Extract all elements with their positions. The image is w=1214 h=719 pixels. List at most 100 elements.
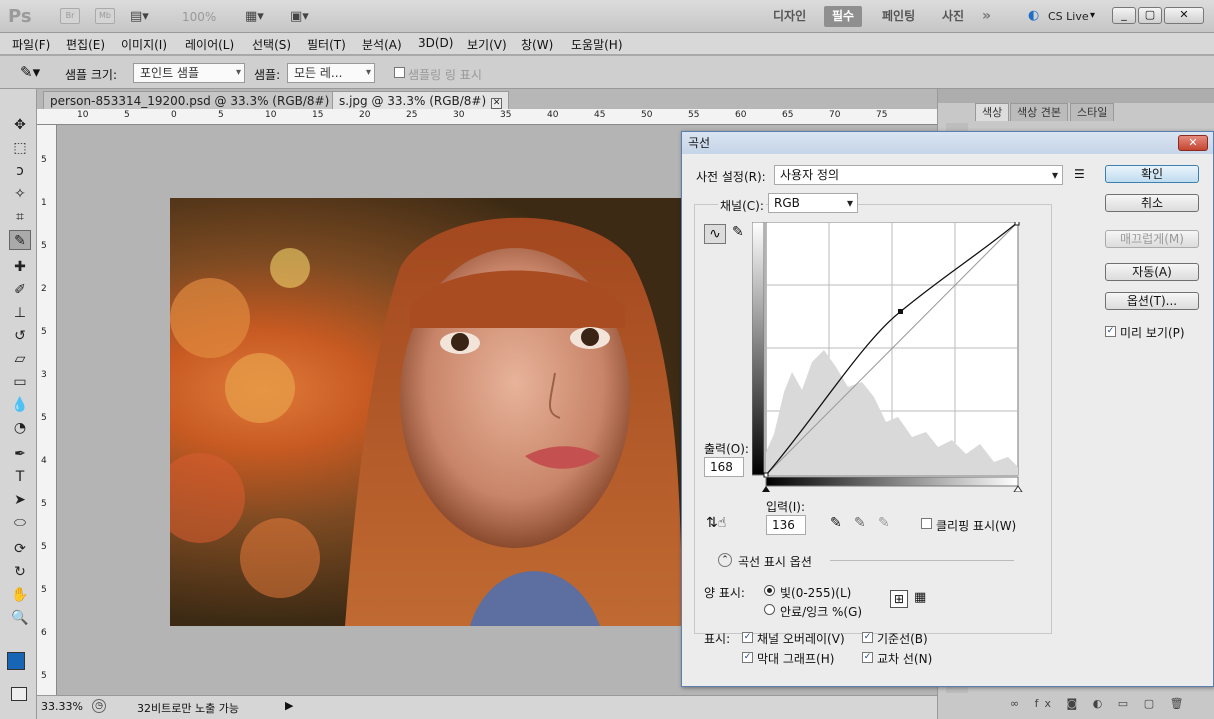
curve-pencil-icon[interactable]: ✎ xyxy=(732,224,744,240)
type-tool-icon[interactable]: T xyxy=(9,467,31,487)
channel-select[interactable]: RGB xyxy=(768,193,858,213)
gray-point-eyedropper-icon[interactable]: ✎ xyxy=(854,515,866,531)
curve-point-edit-icon[interactable]: ∿ xyxy=(704,224,726,244)
curves-dialog: 곡선 ✕ 사전 설정(R): 사용자 정의 ☰ 채널(C): RGB ∿ ✎ 출… xyxy=(681,131,1214,687)
status-info-icon[interactable]: ◷ xyxy=(92,699,106,713)
move-tool-icon[interactable]: ✥ xyxy=(9,115,31,135)
foreground-color-swatch[interactable] xyxy=(7,652,25,670)
clone-stamp-tool-icon[interactable]: ⊥ xyxy=(9,303,31,323)
path-selection-tool-icon[interactable]: ➤ xyxy=(9,490,31,510)
eyedropper-preset-icon[interactable]: ✎▾ xyxy=(20,63,40,81)
histogram-label: 막대 그래프(H) xyxy=(757,652,835,666)
workspace-photography[interactable]: 사진 xyxy=(934,6,972,27)
radio-ink[interactable] xyxy=(764,604,775,615)
output-field[interactable]: 168 xyxy=(704,457,744,477)
curves-graph[interactable] xyxy=(752,222,1037,492)
detailed-grid-icon[interactable]: ▦ xyxy=(914,590,926,605)
baseline-checkbox[interactable]: ✓ xyxy=(862,632,873,643)
crop-tool-icon[interactable]: ⌗ xyxy=(9,207,31,227)
preset-select[interactable]: 사용자 정의 xyxy=(774,165,1063,185)
screen-mode-icon[interactable]: ▣▾ xyxy=(290,9,309,24)
black-point-eyedropper-icon[interactable]: ✎ xyxy=(830,515,842,531)
simple-grid-icon[interactable]: ⊞ xyxy=(890,590,908,608)
sample-size-select[interactable]: 포인트 샘플 xyxy=(133,63,245,83)
lasso-tool-icon[interactable]: ↄ xyxy=(9,161,31,181)
menu-edit[interactable]: 편집(E) xyxy=(66,36,105,53)
on-image-adjust-icon[interactable]: ⇅☝ xyxy=(706,515,726,531)
3d-orbit-tool-icon[interactable]: ↻ xyxy=(9,562,31,582)
healing-brush-tool-icon[interactable]: ✚ xyxy=(9,257,31,277)
hand-tool-icon[interactable]: ✋ xyxy=(9,585,31,605)
preset-options-icon[interactable]: ☰ xyxy=(1074,167,1085,181)
zoom-level[interactable]: 100% xyxy=(182,10,216,24)
maximize-button[interactable]: ▢ xyxy=(1138,7,1162,24)
quick-mask-icon[interactable] xyxy=(11,687,27,701)
menu-image[interactable]: 이미지(I) xyxy=(121,36,167,53)
magic-wand-tool-icon[interactable]: ✧ xyxy=(9,184,31,204)
workspace-design[interactable]: 디자인 xyxy=(765,6,814,27)
menu-window[interactable]: 창(W) xyxy=(521,36,553,53)
tab-swatches[interactable]: 색상 견본 xyxy=(1010,103,1068,121)
channel-overlay-checkbox[interactable]: ✓ xyxy=(742,632,753,643)
menu-filter[interactable]: 필터(T) xyxy=(307,36,346,53)
options-button[interactable]: 옵션(T)... xyxy=(1105,292,1199,310)
document-image[interactable] xyxy=(170,198,682,626)
cs-live-menu[interactable]: CS Live xyxy=(1048,10,1089,23)
workspace-painting[interactable]: 페인팅 xyxy=(874,6,923,27)
show-clipping-checkbox[interactable] xyxy=(921,518,932,529)
ellipse-tool-icon[interactable]: ⬭ xyxy=(9,513,31,533)
blur-tool-icon[interactable]: 💧 xyxy=(9,395,31,415)
collapse-options-icon[interactable]: ⌃ xyxy=(718,553,732,567)
bridge-icon[interactable]: Br xyxy=(60,8,80,24)
ruler-tick-label: 5 xyxy=(41,671,47,681)
zoom-tool-icon[interactable]: 🔍 xyxy=(9,608,31,628)
status-menu-icon[interactable]: ▶ xyxy=(285,699,293,712)
gradient-tool-icon[interactable]: ▭ xyxy=(9,372,31,392)
tab-label: s.jpg @ 33.3% (RGB/8#) xyxy=(339,94,487,108)
eyedropper-tool-icon[interactable]: ✎ xyxy=(9,230,31,250)
more-workspaces-icon[interactable]: » xyxy=(982,8,991,24)
dialog-close-button[interactable]: ✕ xyxy=(1178,135,1208,151)
3d-rotate-tool-icon[interactable]: ⟳ xyxy=(9,539,31,559)
close-tab-icon[interactable]: ✕ xyxy=(491,98,503,109)
menu-view[interactable]: 보기(V) xyxy=(467,36,507,53)
layer-actions-icons[interactable]: ∞ fx ◙ ◐ ▭ ▢ 🗑 xyxy=(1010,697,1190,710)
tab-styles[interactable]: 스타일 xyxy=(1070,103,1115,121)
input-field[interactable]: 136 xyxy=(766,515,806,535)
cancel-button[interactable]: 취소 xyxy=(1105,194,1199,212)
mini-bridge-icon[interactable]: Mb xyxy=(95,8,115,24)
cs-live-chevron-icon[interactable]: ▾ xyxy=(1090,10,1095,21)
history-brush-tool-icon[interactable]: ↺ xyxy=(9,326,31,346)
menu-select[interactable]: 선택(S) xyxy=(252,36,291,53)
smooth-button[interactable]: 매끄럽게(M) xyxy=(1105,230,1199,248)
radio-light[interactable] xyxy=(764,585,775,596)
menu-help[interactable]: 도움말(H) xyxy=(571,36,623,53)
white-point-eyedropper-icon[interactable]: ✎ xyxy=(878,515,890,531)
menu-file[interactable]: 파일(F) xyxy=(12,36,50,53)
tab-person-psd[interactable]: person-853314_19200.psd @ 33.3% (RGB/8#)… xyxy=(43,91,363,109)
show-sampling-ring-checkbox[interactable] xyxy=(394,67,405,78)
marquee-tool-icon[interactable]: ⬚ xyxy=(9,138,31,158)
status-zoom[interactable]: 33.33% xyxy=(41,700,83,713)
eraser-tool-icon[interactable]: ▱ xyxy=(9,349,31,369)
intersection-line-checkbox[interactable]: ✓ xyxy=(862,652,873,663)
arrange-documents-icon[interactable]: ▦▾ xyxy=(245,9,264,24)
tab-s-jpg[interactable]: s.jpg @ 33.3% (RGB/8#) ✕ xyxy=(332,91,510,109)
histogram-checkbox[interactable]: ✓ xyxy=(742,652,753,663)
close-window-button[interactable]: ✕ xyxy=(1164,7,1204,24)
workspace-essentials[interactable]: 필수 xyxy=(824,6,863,27)
pen-tool-icon[interactable]: ✒ xyxy=(9,444,31,464)
menu-layer[interactable]: 레이어(L) xyxy=(185,36,234,53)
brush-tool-icon[interactable]: ✐ xyxy=(9,280,31,300)
ok-button[interactable]: 확인 xyxy=(1105,165,1199,183)
dodge-tool-icon[interactable]: ◔ xyxy=(9,418,31,438)
preview-checkbox[interactable]: ✓ xyxy=(1105,326,1116,337)
menu-3d[interactable]: 3D(D) xyxy=(418,36,453,50)
sample-layers-select[interactable]: 모든 레... xyxy=(287,63,375,83)
minimize-button[interactable]: _ xyxy=(1112,7,1136,24)
view-extras-icon[interactable]: ▤▾ xyxy=(130,9,149,24)
ruler-tick-label: 45 xyxy=(594,110,606,120)
tab-color[interactable]: 색상 xyxy=(975,103,1010,121)
menu-analysis[interactable]: 분석(A) xyxy=(362,36,402,53)
auto-button[interactable]: 자동(A) xyxy=(1105,263,1199,281)
